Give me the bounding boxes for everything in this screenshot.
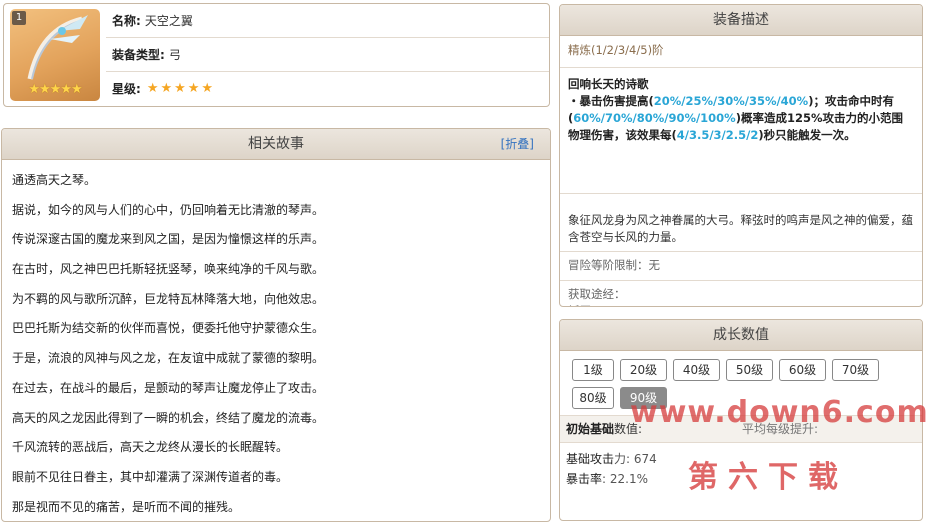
story-line: 在过去，在战斗的最后，是颤动的琴声让魔龙停止了攻击。 [12,380,325,395]
level-button-70[interactable]: 70级 [832,359,879,381]
level-button-80[interactable]: 80级 [572,387,614,409]
story-line: 千风流转的恶战后，高天之龙终从漫长的长眠醒转。 [12,440,289,455]
story-title: 相关故事 [248,136,304,152]
level-button-50[interactable]: 50级 [726,359,773,381]
skill-text: ・暴击伤害提高(20%/25%/30%/35%/40%)；攻击命中时有(60%/… [568,93,914,144]
level-button-40[interactable]: 40级 [673,359,720,381]
fold-link[interactable]: [折叠] [501,129,534,159]
stat-name: 暴击率 [566,472,603,486]
story-line: 据说，如今的风与人们的心中，仍回响着无比清澈的琴声。 [12,202,325,217]
story-line: 那是视而不见的痛苦，是听而不闻的摧残。 [12,499,241,514]
name-label: 名称: [112,14,141,28]
level-button-60[interactable]: 60级 [779,359,826,381]
rarity-label: 星级: [112,82,141,96]
story-header: 相关故事 [折叠] [2,129,550,160]
base-label: 初始基础 [566,422,615,436]
bow-icon [27,15,88,80]
story-line: 高天的风之龙因此得到了一瞬的机会，终结了魔龙的流毒。 [12,410,325,425]
watermark-text: 第六下载 [688,460,848,495]
type-row: 装备类型: 弓 [106,38,549,72]
story-line: 为不羁的风与歌所沉醉，巨龙特瓦林降落大地，向他效忠。 [12,291,325,306]
type-label: 装备类型: [112,48,165,62]
source-value: 祈愿 [568,303,914,306]
story-line: 通透高天之琴。 [12,173,97,187]
skill-name: 回响长天的诗歌 [568,77,649,91]
stat-value: 力: 674 [614,452,657,466]
type-value: 弓 [168,48,181,62]
name-row: 名称: 天空之翼 [106,4,549,38]
level-button-20[interactable]: 20级 [620,359,667,381]
skill-part: ・暴击伤害提高( [568,94,654,108]
name-value: 天空之翼 [144,14,193,28]
story-line: 于是，流浪的风神与风之龙，在友谊中成就了蒙德的黎明。 [12,351,325,366]
story-line: 传说深邃古国的魔龙来到风之国，是因为憧憬这样的乐声。 [12,232,325,247]
story-line: 眼前不见往日眷主，其中却灌满了深渊传道者的毒。 [12,469,289,484]
equipment-description-panel: 装备描述 精炼(1/2/3/4/5)阶 回响长天的诗歌 ・暴击伤害提高(20%/… [559,4,923,307]
story-panel: 相关故事 [折叠] 通透高天之琴。 据说，如今的风与人们的心中，仍回响着无比清澈… [1,128,551,522]
crit-dmg-values: 20%/25%/30%/35%/40% [653,94,809,108]
story-text: 通透高天之琴。 据说，如今的风与人们的心中，仍回响着无比清澈的琴声。 传说深邃古… [2,160,550,521]
refine-levels: 精炼(1/2/3/4/5)阶 [560,36,922,68]
rarity-stars: ★★★★★ [28,82,82,97]
cooldown-values: 4/3.5/3/2.5/2 [676,128,759,142]
weapon-info-card: 1 ★★★★★ 名称: 天空之翼 装备类型: 弓 星级: ★★★★★ [3,3,550,107]
desc-header: 装备描述 [560,5,922,36]
rarity-row: 星级: ★★★★★ [106,72,549,105]
source-label: 获取途经： [568,287,626,301]
story-line: 巴巴托斯为结交新的伙伴而喜悦，便委托他守护蒙德众生。 [12,321,325,336]
story-line: 在古时，风之神巴巴托斯轻抚竖琴，唤来纯净的千风与歌。 [12,262,325,277]
level-button-1[interactable]: 1级 [572,359,614,381]
stat-name: 基础攻击 [566,452,615,466]
lore-text: 象征风龙身为风之神眷属的大弓。释弦时的鸣声是风之神的偏爱，蕴含苍空与长风的力量。 [560,194,922,252]
star-icons: ★★★★★ [146,81,216,96]
passive-skill: 回响长天的诗歌 ・暴击伤害提高(20%/25%/30%/35%/40%)；攻击命… [560,68,922,194]
stat-value: : 22.1% [602,472,648,486]
watermark-url: www.down6.com [630,395,927,430]
weapon-thumbnail: 1 ★★★★★ [10,9,100,101]
skill-part: )秒只能触发一次。 [758,128,856,142]
proc-chance-values: 60%/70%/80%/90%/100% [573,111,736,125]
rank-limit: 冒险等阶限制：无 [560,252,922,281]
growth-header: 成长数值 [560,320,922,351]
acquisition: 获取途经： 祈愿 [560,281,922,306]
